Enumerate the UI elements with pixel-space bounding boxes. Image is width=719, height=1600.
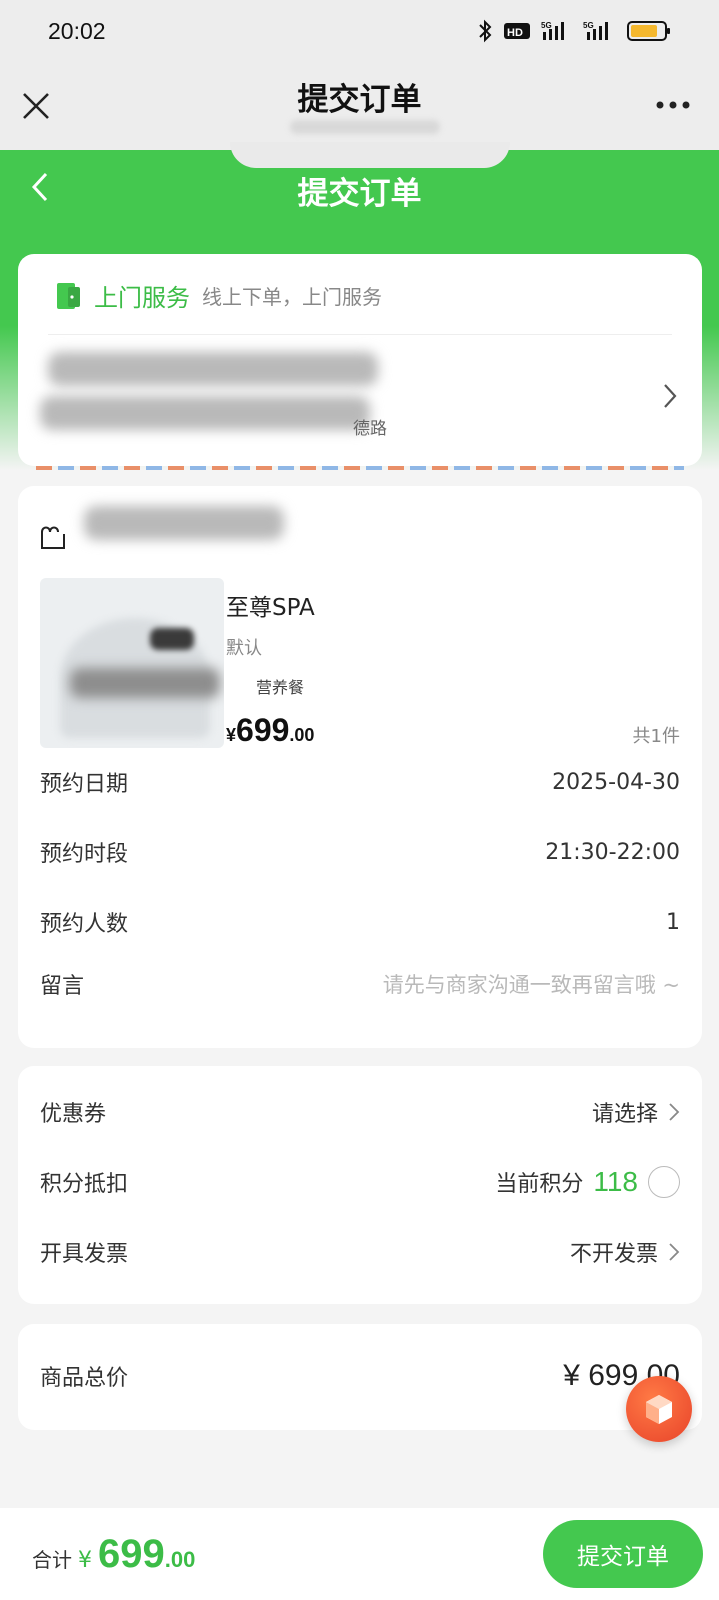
- submit-order-button[interactable]: 提交订单: [543, 1520, 703, 1588]
- chevron-right-icon: [664, 384, 677, 408]
- address-tail: 德路: [353, 419, 387, 439]
- coupon-row[interactable]: 优惠券 请选择: [40, 1092, 680, 1132]
- service-title: 上门服务: [94, 284, 190, 312]
- chevron-right-icon: [669, 1103, 680, 1121]
- points-value: 当前积分 118: [495, 1166, 680, 1198]
- sum-currency: ¥: [78, 1547, 92, 1573]
- booking-time-value: 21:30-22:00: [545, 839, 680, 865]
- signal-5g-icon-2: 5G: [583, 21, 608, 40]
- total-label: 商品总价: [40, 1366, 129, 1391]
- invoice-select-text: 不开发票: [569, 1242, 658, 1267]
- redacted-contact: [48, 352, 378, 386]
- order-card: 至尊SPA 默认 营养餐 ¥699.00 共1件 预约日期 2025-04-30…: [18, 486, 702, 1048]
- floating-cube-button[interactable]: [626, 1376, 692, 1442]
- divider: [48, 334, 672, 335]
- service-description: 线上下单，上门服务: [202, 285, 382, 309]
- chevron-right-icon: [669, 1243, 680, 1261]
- note-input[interactable]: 请先与商家沟通一致再留言哦 ~: [383, 969, 680, 999]
- product-spec: 默认: [226, 638, 262, 659]
- package-label: 营养餐: [256, 678, 305, 697]
- signal-5g-icon: 5G: [541, 21, 564, 40]
- booking-people-value: 1: [666, 909, 680, 935]
- booking-date-label: 预约日期: [40, 772, 129, 797]
- svg-text:5G: 5G: [583, 21, 594, 30]
- status-icons: HD 5G 5G: [477, 19, 671, 43]
- miniprogram-title: 提交订单: [297, 82, 422, 118]
- header-decoration: [230, 142, 510, 168]
- battery-icon: [627, 21, 670, 41]
- svg-text:5G: 5G: [541, 21, 552, 30]
- product-name: 至尊SPA: [226, 595, 315, 621]
- sum-integer: 699: [98, 1531, 165, 1576]
- door-icon: [57, 282, 80, 309]
- points-number: 118: [593, 1166, 638, 1197]
- service-address-card[interactable]: 上门服务 线上下单，上门服务 德路: [18, 254, 702, 466]
- invoice-value[interactable]: 不开发票: [570, 1236, 680, 1268]
- points-label: 积分抵扣: [40, 1172, 129, 1197]
- coupon-value[interactable]: 请选择: [592, 1096, 680, 1128]
- page-title: 提交订单: [297, 176, 422, 212]
- options-card: 优惠券 请选择 积分抵扣 当前积分 118 开具发票 不开发票: [18, 1066, 702, 1304]
- invoice-label: 开具发票: [40, 1242, 129, 1267]
- miniprogram-header: 提交订单: [0, 62, 719, 150]
- product-package: 营养餐: [226, 674, 304, 698]
- product-price: ¥699.00: [226, 712, 314, 749]
- points-toggle-radio[interactable]: [648, 1166, 680, 1198]
- svg-text:HD: HD: [507, 27, 523, 39]
- more-icon[interactable]: [655, 100, 691, 110]
- points-row: 积分抵扣 当前积分 118: [40, 1162, 680, 1202]
- coupon-select-text: 请选择: [591, 1102, 658, 1127]
- product-count: 共1件: [632, 726, 680, 747]
- booking-people-row: 预约人数 1: [40, 902, 680, 942]
- envelope-border: [36, 466, 684, 470]
- price-decimal: .00: [289, 725, 315, 745]
- coupon-label: 优惠券: [40, 1102, 107, 1127]
- hd-icon: HD: [504, 23, 530, 39]
- shop-icon: [41, 526, 65, 549]
- cube-icon: [646, 1395, 672, 1424]
- service-type-row: 上门服务 线上下单，上门服务: [54, 278, 382, 313]
- total-card: 商品总价 ¥ 699.00: [18, 1324, 702, 1430]
- total-row: 商品总价 ¥ 699.00: [40, 1356, 680, 1396]
- bottom-bar: 合计 ¥ 699 .00 提交订单: [0, 1508, 719, 1600]
- status-bar: 20:02 HD 5G 5G: [0, 0, 719, 62]
- booking-date-row: 预约日期 2025-04-30: [40, 762, 680, 802]
- price-integer: 699: [236, 712, 290, 748]
- sum-label: 合计: [32, 1547, 72, 1572]
- booking-people-label: 预约人数: [40, 912, 129, 937]
- sum-area: 合计 ¥ 699 .00: [32, 1532, 195, 1577]
- booking-date-value: 2025-04-30: [552, 769, 680, 795]
- redacted-subtitle: [290, 120, 440, 134]
- note-row[interactable]: 留言 请先与商家沟通一致再留言哦 ~: [40, 964, 680, 1004]
- invoice-row[interactable]: 开具发票 不开发票: [40, 1232, 680, 1272]
- note-label: 留言: [40, 974, 85, 999]
- redacted-shop-name: [84, 506, 284, 540]
- booking-time-row: 预约时段 21:30-22:00: [40, 832, 680, 872]
- points-prefix: 当前积分: [495, 1172, 584, 1197]
- sum-decimal: .00: [164, 1546, 196, 1572]
- redacted-address: [40, 396, 370, 430]
- product-image: [40, 578, 224, 748]
- bluetooth-icon: [479, 19, 492, 43]
- status-time: 20:02: [48, 17, 106, 44]
- booking-time-label: 预约时段: [40, 842, 129, 867]
- price-currency: ¥: [226, 725, 237, 745]
